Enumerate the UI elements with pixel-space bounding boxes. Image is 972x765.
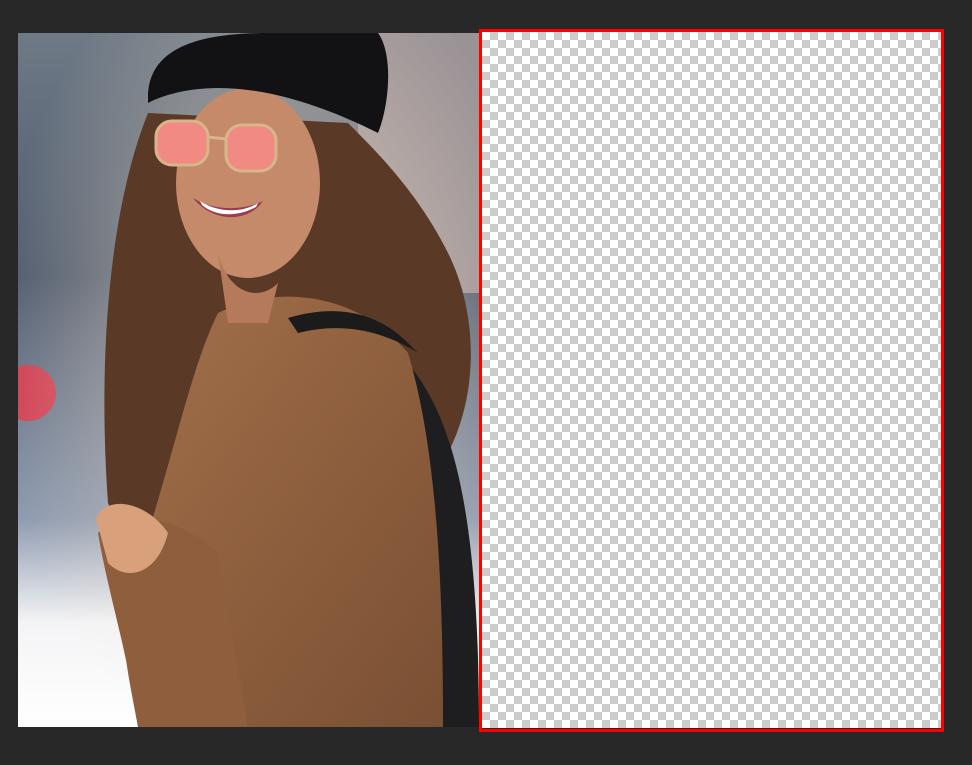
transparent-layer[interactable] [482,32,941,728]
woman-photo [18,33,479,727]
photo-layer[interactable] [18,33,479,727]
